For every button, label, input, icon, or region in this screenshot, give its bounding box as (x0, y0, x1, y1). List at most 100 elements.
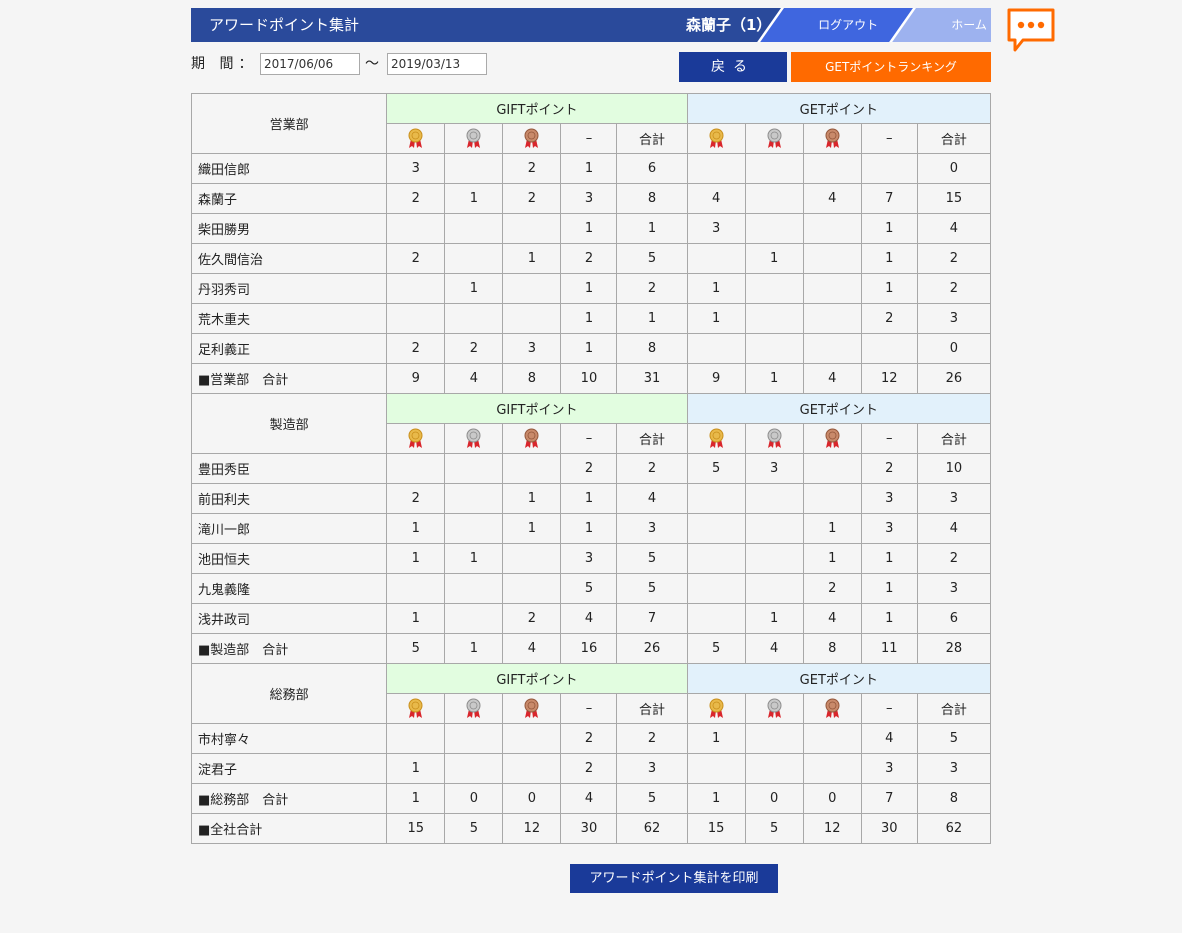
value-cell: 3 (916, 483, 992, 514)
value-cell: 8 (616, 183, 688, 214)
value-cell (744, 273, 804, 304)
value-cell: 5 (444, 813, 504, 844)
table-row: 豊田秀臣 2 2 5 3 2 10 (190, 453, 992, 484)
value-cell (802, 453, 862, 484)
value-cell: 30 (560, 813, 618, 844)
value-cell: 12 (802, 813, 862, 844)
value-cell: 4 (916, 213, 992, 244)
value-cell: 5 (560, 573, 618, 604)
bronze-medal-icon (502, 423, 562, 454)
bronze-medal-icon (502, 693, 562, 724)
value-cell: 8 (802, 633, 862, 664)
get-point-ranking-button[interactable]: GETポイントランキング (791, 52, 991, 82)
value-cell: 4 (802, 603, 862, 634)
value-cell: 1 (616, 213, 688, 244)
value-cell: 1 (744, 603, 804, 634)
value-cell: 2 (444, 333, 504, 364)
dept-subtotal-row: ■総務部 合計 1 0 0 4 5 1 0 0 7 8 (190, 783, 992, 814)
table-row: 淀君子 1 2 3 3 3 (190, 753, 992, 784)
chat-bubble-icon[interactable] (1007, 8, 1055, 52)
value-cell (444, 153, 504, 184)
value-cell: 11 (860, 633, 918, 664)
value-cell (744, 543, 804, 574)
value-cell: 10 (916, 453, 992, 484)
get-point-header: GETポイント (686, 93, 992, 124)
value-cell: 1 (386, 783, 446, 814)
value-cell (502, 303, 562, 334)
value-cell (386, 453, 446, 484)
award-point-table: 営業部 GIFTポイント GETポイント – 合計 – 合計 織田信郎 3 2 1 6 0 森蘭子 2 1 2 3… (190, 93, 992, 844)
value-cell (802, 483, 862, 514)
row-name: 九鬼義隆 (190, 573, 388, 604)
gift-point-header: GIFTポイント (386, 393, 688, 424)
no-medal-header: – (560, 423, 618, 454)
value-cell: 1 (686, 723, 746, 754)
value-cell: 15 (386, 813, 446, 844)
row-name: 織田信郎 (190, 153, 388, 184)
value-cell: 28 (916, 633, 992, 664)
no-medal-header: – (860, 423, 918, 454)
value-cell: 15 (916, 183, 992, 214)
value-cell (386, 273, 446, 304)
value-cell: 3 (860, 513, 918, 544)
value-cell: 1 (560, 303, 618, 334)
print-award-summary-button[interactable]: アワードポイント集計を印刷 (570, 864, 778, 893)
silver-medal-icon (744, 693, 804, 724)
dept-subtotal-row: ■営業部 合計 9 4 8 10 31 9 1 4 12 26 (190, 363, 992, 394)
value-cell: 30 (860, 813, 918, 844)
date-to-input[interactable] (387, 53, 487, 75)
value-cell: 2 (860, 303, 918, 334)
value-cell (502, 543, 562, 574)
table-row: 足利義正 2 2 3 1 8 0 (190, 333, 992, 364)
value-cell: 1 (802, 543, 862, 574)
value-cell: 5 (616, 573, 688, 604)
value-cell: 15 (686, 813, 746, 844)
dept-header-row: 営業部 GIFTポイント GETポイント (190, 93, 992, 154)
value-cell (444, 513, 504, 544)
value-cell: 6 (916, 603, 992, 634)
value-cell (444, 573, 504, 604)
value-cell: 1 (860, 573, 918, 604)
value-cell: 1 (744, 363, 804, 394)
gold-medal-icon (686, 423, 746, 454)
row-name: 森蘭子 (190, 183, 388, 214)
value-cell: 0 (502, 783, 562, 814)
value-cell: 5 (616, 243, 688, 274)
value-cell: 1 (560, 273, 618, 304)
value-cell (686, 153, 746, 184)
value-cell: 8 (502, 363, 562, 394)
total-header: 合計 (916, 123, 992, 154)
value-cell: 2 (560, 753, 618, 784)
value-cell: 2 (916, 273, 992, 304)
value-cell: 1 (686, 303, 746, 334)
back-button[interactable]: 戻る (679, 52, 787, 82)
value-cell: 3 (916, 753, 992, 784)
period-label: 期 間： (191, 56, 258, 72)
table-row: 前田利夫 2 1 1 4 3 3 (190, 483, 992, 514)
silver-medal-icon (444, 423, 504, 454)
value-cell (744, 183, 804, 214)
total-header: 合計 (616, 423, 688, 454)
value-cell: 5 (686, 453, 746, 484)
value-cell (860, 153, 918, 184)
value-cell: 1 (444, 543, 504, 574)
table-row: 滝川一郎 1 1 1 3 1 3 4 (190, 513, 992, 544)
value-cell: 1 (444, 183, 504, 214)
value-cell (744, 333, 804, 364)
date-from-input[interactable] (260, 53, 360, 75)
row-name: 佐久間信治 (190, 243, 388, 274)
value-cell: 1 (860, 603, 918, 634)
value-cell (444, 303, 504, 334)
page-title: アワードポイント集計 (209, 16, 360, 34)
value-cell: 2 (386, 183, 446, 214)
home-button[interactable]: ホーム (889, 8, 991, 42)
value-cell: 1 (860, 213, 918, 244)
value-cell (744, 513, 804, 544)
value-cell: 2 (386, 483, 446, 514)
value-cell (744, 483, 804, 514)
value-cell: 1 (502, 513, 562, 544)
department-name: 製造部 (190, 393, 388, 454)
table-row: 森蘭子 2 1 2 3 8 4 4 7 15 (190, 183, 992, 214)
value-cell (444, 483, 504, 514)
silver-medal-icon (444, 693, 504, 724)
